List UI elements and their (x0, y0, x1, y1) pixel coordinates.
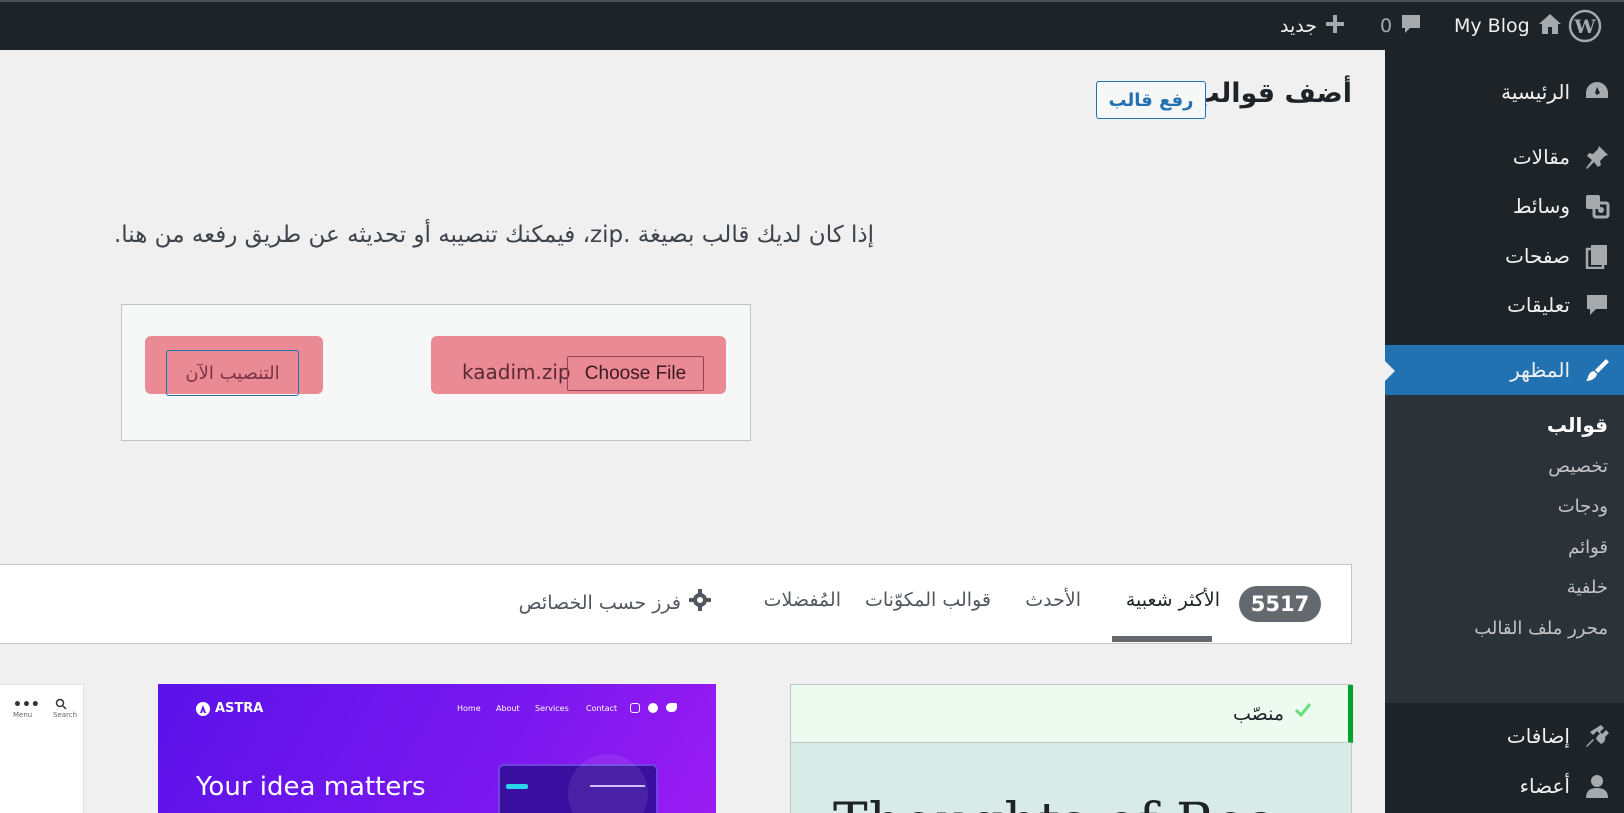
main-content: أضف قوالب رفع قالب إذا كان لديك قالب بصي… (0, 50, 1385, 813)
choose-file-button[interactable]: Choose File (567, 356, 704, 391)
menu-item-media[interactable]: وسائط (1385, 181, 1624, 231)
search-label-text: Search (53, 711, 78, 719)
submenu-background[interactable]: خلفية (1567, 577, 1608, 598)
menu-label: وسائط (1512, 194, 1570, 218)
submenu-menus[interactable]: قوائم (1568, 537, 1608, 558)
admin-bar: W My Blog 0 جديد (0, 0, 1624, 50)
checkmark-icon (1293, 700, 1313, 724)
new-label: جديد (1280, 15, 1317, 37)
menu-item-dashboard[interactable]: الرئيسية (1385, 67, 1624, 117)
site-name-link[interactable]: My Blog (1454, 2, 1562, 50)
theme-card-partial[interactable]: ••• Menu Search (0, 684, 84, 813)
new-content-link[interactable]: جديد (1280, 2, 1345, 50)
submenu-customize[interactable]: تخصيص (1548, 456, 1608, 477)
menu-label-text: Menu (13, 711, 33, 719)
active-tab-underline (1112, 636, 1212, 642)
site-name-text: My Blog (1454, 15, 1530, 37)
menu-label: إضافات (1506, 724, 1570, 748)
pin-icon (1582, 142, 1612, 172)
theme-preview-text: Thoughts of Bea (833, 793, 1279, 813)
theme-card-installed[interactable]: منصّب Thoughts of Bea (790, 684, 1353, 813)
submenu-theme-file-editor[interactable]: محرر ملف القالب (1474, 618, 1608, 639)
menu-label: الرئيسية (1501, 80, 1570, 104)
comments-count: 0 (1380, 15, 1393, 37)
gear-icon (689, 589, 711, 616)
installed-notice: منصّب (791, 685, 1353, 743)
dashboard-icon (1582, 77, 1612, 107)
menu-label: أعضاء (1519, 774, 1570, 798)
active-indicator (1384, 360, 1395, 382)
menu-item-pages[interactable]: صفحات (1385, 231, 1624, 281)
submenu-widgets[interactable]: ودجات (1558, 496, 1608, 517)
appearance-icon (1582, 355, 1612, 385)
feature-filter-label: فرز حسب الخصائص (518, 591, 681, 614)
tab-favorites[interactable]: المُفضلات (764, 589, 841, 611)
menu-label: صفحات (1505, 244, 1570, 268)
pages-icon (1582, 241, 1612, 271)
instagram-icon (630, 703, 640, 713)
page-title: أضف قوالب (1192, 78, 1352, 109)
install-now-button[interactable]: التنصيب الآن (166, 350, 299, 396)
menu-item-posts[interactable]: مقالات (1385, 132, 1624, 182)
menu-label: مقالات (1512, 145, 1570, 169)
astra-nav-about: About (496, 704, 520, 713)
theme-card-astra[interactable]: ASTRA Home About Services Contact Your i… (158, 684, 716, 813)
comments-link[interactable]: 0 (1380, 2, 1422, 50)
menu-item-comments[interactable]: تعليقات (1385, 280, 1624, 330)
astra-logo-icon (196, 701, 210, 720)
astra-nav-home: Home (457, 704, 481, 713)
upload-theme-button[interactable]: رفع قالب (1096, 81, 1206, 119)
home-icon (1538, 13, 1562, 40)
tab-latest[interactable]: الأحدث (1025, 589, 1081, 611)
admin-sidebar: الرئيسية مقالات وسائط صفحات تعليقات المظ… (1384, 50, 1624, 813)
upload-instructions: إذا كان لديك قالب بصيغة .zip، فيمكنك تنص… (113, 222, 874, 248)
menu-item-users[interactable]: أعضاء (1385, 761, 1624, 811)
astra-nav-contact: Contact (586, 704, 618, 713)
tab-popular[interactable]: الأكثر شعبية (1126, 589, 1220, 611)
user-icon (1582, 771, 1612, 801)
comment-icon (1582, 290, 1612, 320)
tab-block-themes[interactable]: قوالب المكوّنات (865, 589, 991, 611)
appearance-submenu: قوالب تخصيص ودجات قوائم خلفية محرر ملف ا… (1385, 395, 1624, 703)
plus-icon (1325, 14, 1345, 39)
submenu-themes[interactable]: قوالب (1547, 413, 1608, 437)
astra-logo-text: ASTRA (215, 701, 264, 716)
plugin-icon (1582, 721, 1612, 751)
menu-item-plugins[interactable]: إضافات (1385, 711, 1624, 761)
astra-nav-services: Services (535, 704, 569, 713)
theme-filter-bar: 5517 الأكثر شعبية الأحدث قوالب المكوّنات… (0, 564, 1352, 644)
menu-label: تعليقات (1507, 293, 1570, 317)
svg-text:W: W (1573, 16, 1596, 38)
comment-bubble-icon (1400, 13, 1422, 40)
twitter-icon (666, 703, 677, 712)
facebook-icon (648, 703, 658, 713)
wordpress-logo-icon[interactable]: W (1568, 2, 1602, 50)
theme-count-badge: 5517 (1239, 586, 1321, 622)
menu-item-appearance[interactable]: المظهر (1384, 345, 1624, 395)
selected-file-name: kaadim.zip (462, 360, 571, 384)
feature-filter-button[interactable]: فرز حسب الخصائص (519, 589, 711, 616)
media-icon (1582, 191, 1612, 221)
menu-label: المظهر (1510, 358, 1570, 382)
wp-admin-page: W My Blog 0 جديد الرئيسية مقالات وسائط ص… (0, 0, 1624, 813)
installed-label: منصّب (1232, 703, 1284, 725)
astra-headline: Your idea matters (196, 772, 426, 802)
astra-circle-decor (568, 754, 648, 813)
